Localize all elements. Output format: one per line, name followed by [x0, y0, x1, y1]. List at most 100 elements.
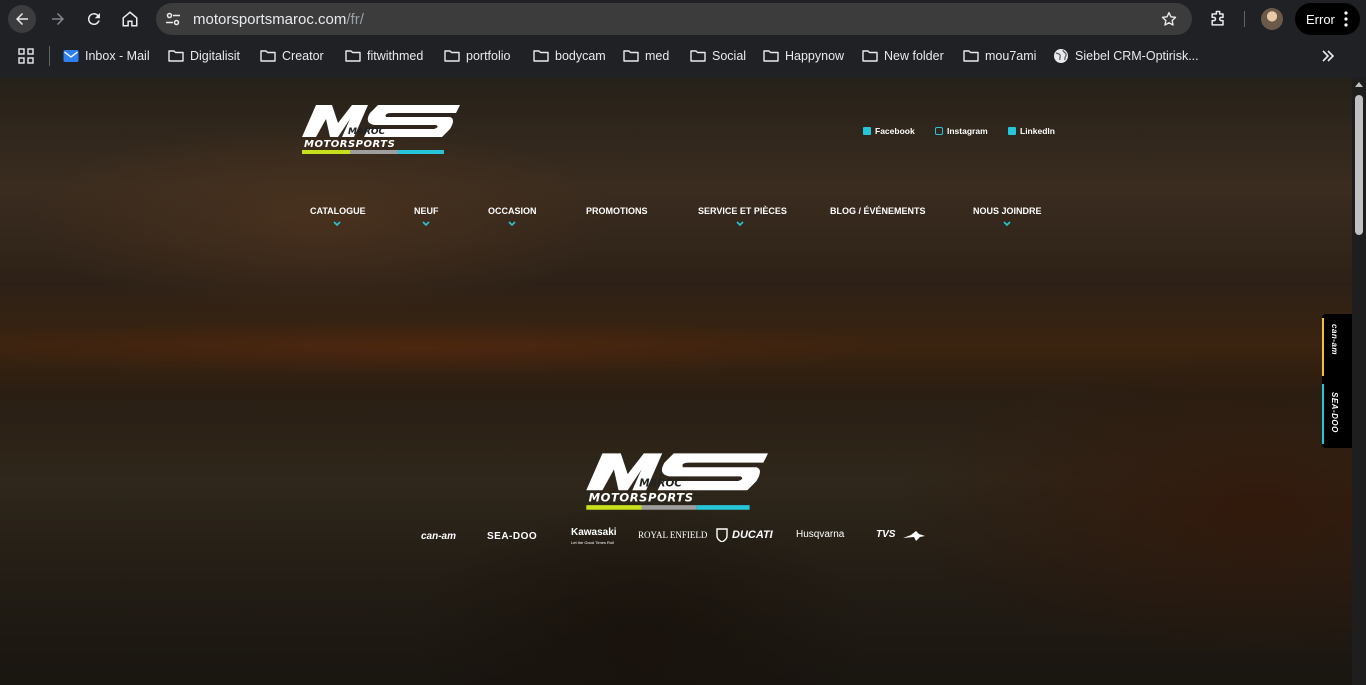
bookmark-label: mou7ami [985, 49, 1037, 63]
mail-icon [63, 50, 79, 62]
facebook-icon [863, 127, 871, 135]
home-button[interactable] [116, 5, 144, 33]
bookmark-label: Digitalisit [190, 49, 241, 63]
bookmark-social[interactable]: Social [690, 46, 746, 66]
bookmark-label: New folder [884, 49, 944, 63]
linkedin-label: LinkedIn [1020, 126, 1055, 136]
back-arrow-icon [16, 13, 28, 25]
nav-blog-evenements[interactable]: BLOG / ÉVÉNEMENTS [830, 206, 926, 216]
logo-motorsports-text: MOTORSPORTS [304, 139, 395, 150]
side-tab-accent-yellow [1322, 318, 1324, 376]
ducati-shield-icon [716, 528, 728, 543]
nav-occasion[interactable]: OCCASION [488, 206, 537, 216]
bookmark-label: bodycam [555, 49, 606, 63]
chevron-down-icon[interactable] [422, 221, 430, 226]
bookmark-digitalisit[interactable]: Digitalisit [168, 46, 240, 66]
facebook-link[interactable]: Facebook [863, 126, 915, 136]
bookmark-fitwithmed[interactable]: fitwithmed [345, 46, 423, 66]
hero-logo-motorsports-text: MOTORSPORTS [589, 491, 694, 505]
chevron-down-icon[interactable] [508, 221, 516, 226]
scroll-up-arrow-icon[interactable] [1355, 82, 1363, 87]
linkedin-icon [1008, 127, 1016, 135]
nav-service-et-pieces[interactable]: SERVICE ET PIÈCES [698, 206, 787, 216]
reload-button[interactable] [80, 5, 108, 33]
chevron-down-icon[interactable] [1003, 221, 1011, 226]
site-settings-icon[interactable] [165, 11, 181, 27]
bookmark-mou7ami[interactable]: mou7ami [963, 46, 1036, 66]
brand-ducati: DUCATI [732, 529, 773, 541]
bookmark-label: fitwithmed [367, 49, 424, 63]
profile-error-button[interactable]: Error [1295, 3, 1360, 35]
chevron-down-icon[interactable] [333, 221, 341, 226]
instagram-link[interactable]: Instagram [935, 126, 988, 136]
toolbar-divider [1244, 11, 1245, 27]
bookmark-label: Siebel CRM-Optirisk... [1075, 49, 1199, 63]
folder-icon [763, 50, 779, 62]
nav-promotions[interactable]: PROMOTIONS [586, 206, 648, 216]
hero-logo: MAROC MOTORSPORTS [586, 453, 768, 510]
bookmark-happynow[interactable]: Happynow [763, 46, 844, 66]
folder-icon [168, 50, 184, 62]
back-button[interactable] [8, 5, 36, 33]
side-tab-sea-doo[interactable]: SEA-DOO [1330, 392, 1339, 433]
side-brand-tab[interactable]: can-am SEA-DOO [1322, 314, 1352, 448]
bookmark-label: Creator [282, 49, 324, 63]
apps-grid-icon[interactable] [18, 48, 34, 64]
reload-icon [87, 13, 100, 26]
bookmark-inbox-mail[interactable]: Inbox - Mail [63, 46, 150, 66]
address-bar[interactable]: motorsportsmaroc.com/fr/ [156, 3, 1192, 35]
logo-maroc-text: MAROC [348, 127, 386, 137]
brand-husqvarna: Husqvarna [796, 529, 845, 540]
nav-neuf[interactable]: NEUF [414, 206, 439, 216]
page-scrollbar[interactable] [1352, 78, 1366, 685]
browser-toolbar: motorsportsmaroc.com/fr/ Error [0, 0, 1366, 38]
folder-icon [345, 50, 361, 62]
side-tab-accent-cyan [1322, 384, 1324, 444]
globe-icon [1054, 49, 1068, 63]
avatar[interactable] [1261, 8, 1283, 30]
kebab-menu-icon[interactable] [1344, 11, 1348, 27]
side-tab-can-am[interactable]: can-am [1330, 324, 1339, 355]
brand-tvs: TVS [876, 529, 896, 540]
bookmarks-divider [49, 46, 50, 66]
bookmark-siebel-crm[interactable]: Siebel CRM-Optirisk... [1053, 46, 1199, 66]
bookmark-label: Happynow [785, 49, 845, 63]
chevron-down-icon[interactable] [736, 221, 744, 226]
more-bookmarks-icon[interactable] [1320, 48, 1336, 64]
bookmark-new-folder[interactable]: New folder [862, 46, 944, 66]
bookmark-creator[interactable]: Creator [260, 46, 324, 66]
bookmark-bodycam[interactable]: bodycam [533, 46, 606, 66]
nav-nous-joindre[interactable]: NOUS JOINDRE [973, 206, 1042, 216]
url-path: /fr/ [346, 11, 364, 28]
folder-icon [690, 50, 706, 62]
bookmark-label: Social [712, 49, 747, 63]
instagram-label: Instagram [947, 126, 988, 136]
hero-logo-maroc-text: MAROC [639, 478, 682, 490]
brand-kawasaki: Kawasaki [571, 527, 617, 538]
folder-icon [963, 50, 979, 62]
facebook-label: Facebook [875, 126, 915, 136]
extensions-icon[interactable] [1208, 9, 1228, 29]
brand-sea-doo: SEA-DOO [487, 531, 538, 542]
bookmark-star-icon[interactable] [1160, 10, 1178, 28]
bookmark-portfolio[interactable]: portfolio [444, 46, 510, 66]
linkedin-link[interactable]: LinkedIn [1008, 126, 1055, 136]
forward-arrow-icon [52, 13, 64, 25]
bookmark-label: med [645, 49, 670, 63]
forward-button[interactable] [44, 5, 72, 33]
bookmark-med[interactable]: med [623, 46, 669, 66]
folder-icon [623, 50, 639, 62]
bookmark-label: portfolio [466, 49, 511, 63]
tvs-horse-icon [902, 529, 926, 541]
profile-error-label: Error [1306, 11, 1335, 27]
nav-catalogue[interactable]: CATALOGUE [310, 206, 366, 216]
folder-icon [260, 50, 276, 62]
site-logo[interactable]: MAROC MOTORSPORTS [300, 103, 460, 155]
brand-royal-enfield: ROYAL ENFIELD [638, 530, 708, 540]
url-text[interactable]: motorsportsmaroc.com/fr/ [193, 11, 364, 28]
scroll-thumb[interactable] [1355, 95, 1363, 235]
page-viewport: MAROC MOTORSPORTS Facebook Instagram Lin… [0, 78, 1352, 685]
instagram-icon [935, 127, 943, 135]
url-host: motorsportsmaroc.com [193, 11, 347, 28]
bookmark-label: Inbox - Mail [85, 49, 150, 63]
